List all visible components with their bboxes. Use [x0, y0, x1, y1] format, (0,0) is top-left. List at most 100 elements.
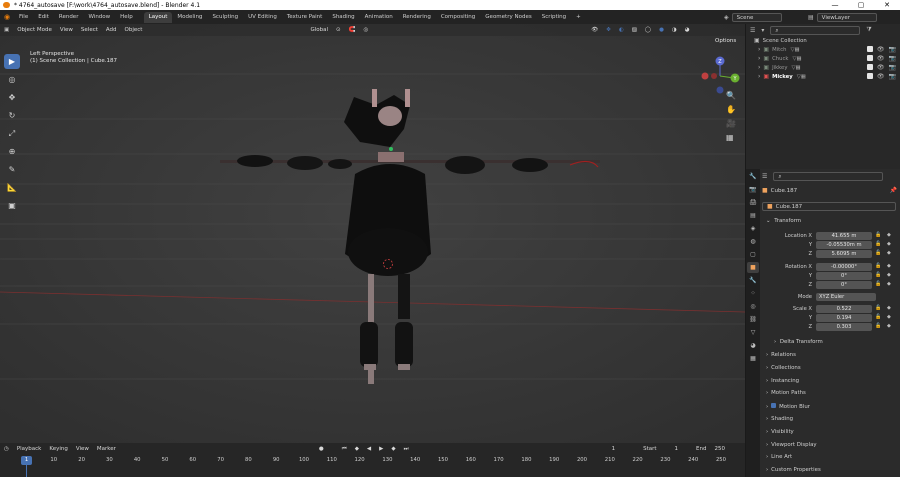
- transform-panel-header[interactable]: ⌄ Transform: [766, 218, 801, 224]
- blender-menu-icon[interactable]: ◉: [0, 13, 14, 21]
- camera-view-icon[interactable]: 🎥: [726, 119, 736, 128]
- shading-wireframe-icon[interactable]: ◯: [641, 27, 655, 33]
- menu-render[interactable]: Render: [54, 10, 84, 24]
- menu-keying[interactable]: Keying: [45, 446, 71, 452]
- physics-tab-icon[interactable]: ◎: [747, 301, 759, 312]
- exclude-checkbox[interactable]: [866, 64, 873, 70]
- tool-tab-icon[interactable]: 🔧: [747, 171, 759, 182]
- measure-tool-icon[interactable]: 📐: [4, 180, 20, 195]
- mode-selector[interactable]: Object Mode: [13, 27, 56, 33]
- menu-select[interactable]: Select: [77, 27, 102, 33]
- tab-uv-editing[interactable]: UV Editing: [243, 12, 282, 23]
- ortho-grid-icon[interactable]: ▦: [726, 133, 736, 142]
- exclude-checkbox[interactable]: [866, 46, 873, 52]
- tab-geometry-nodes[interactable]: Geometry Nodes: [480, 12, 536, 23]
- outliner-editor-icon[interactable]: ☰: [750, 27, 755, 34]
- panel-header[interactable]: › Shading: [766, 416, 793, 422]
- outliner-scene-collection[interactable]: ▣ Scene Collection: [746, 36, 900, 45]
- menu-view[interactable]: View: [56, 27, 77, 33]
- prev-keyframe-icon[interactable]: ◆: [351, 446, 363, 452]
- lock-icon[interactable]: 🔓: [875, 232, 881, 238]
- rotation-z-field[interactable]: 0°: [816, 281, 872, 289]
- menu-timeline-view[interactable]: View: [72, 446, 93, 452]
- shading-solid-icon[interactable]: ●: [655, 27, 668, 33]
- scale-tool-icon[interactable]: ⤢: [4, 126, 20, 141]
- lock-icon[interactable]: 🔓: [875, 272, 881, 278]
- eye-icon[interactable]: 👁: [877, 46, 885, 53]
- tab-compositing[interactable]: Compositing: [436, 12, 480, 23]
- panel-header[interactable]: › Custom Properties: [766, 467, 821, 473]
- auto-keying-icon[interactable]: ●: [315, 446, 328, 452]
- snap-icon[interactable]: 🧲: [345, 27, 360, 33]
- lock-icon[interactable]: 🔓: [875, 281, 881, 287]
- object-name-field[interactable]: ■ Cube.187: [762, 202, 896, 211]
- tab-scripting[interactable]: Scripting: [537, 12, 571, 23]
- playhead[interactable]: 1: [21, 456, 32, 465]
- keyframe-icon[interactable]: ◆: [887, 232, 891, 238]
- xray-icon[interactable]: ▨: [628, 27, 641, 33]
- camera-icon[interactable]: 📷: [889, 64, 896, 71]
- filter-display-icon[interactable]: ▾: [761, 27, 764, 34]
- scale-y-field[interactable]: 0.194: [816, 314, 872, 322]
- eye-icon[interactable]: 👁: [877, 55, 885, 62]
- tab-layout[interactable]: Layout: [143, 12, 173, 23]
- view-layer-selector[interactable]: ViewLayer: [816, 12, 877, 22]
- tab-texture-paint[interactable]: Texture Paint: [282, 12, 328, 23]
- output-tab-icon[interactable]: 🖨: [747, 197, 759, 208]
- next-keyframe-icon[interactable]: ◆: [387, 446, 399, 452]
- options-button[interactable]: Options: [715, 38, 736, 44]
- annotate-tool-icon[interactable]: ✎: [4, 162, 20, 177]
- texture-tab-icon[interactable]: ▦: [747, 353, 759, 364]
- panel-header[interactable]: › Relations: [766, 352, 796, 358]
- keyframe-icon[interactable]: ◆: [887, 323, 891, 329]
- outliner[interactable]: ☰ ▾ ⌕ ⧩ ▣ Scene Collection › ▣ Mitch ▽▦ 👁 📷 › ▣…: [745, 24, 900, 169]
- zoom-icon[interactable]: 🔍: [726, 91, 736, 100]
- scale-x-field[interactable]: 0.522: [816, 305, 872, 313]
- keyframe-icon[interactable]: ◆: [887, 263, 891, 269]
- camera-icon[interactable]: 📷: [889, 55, 896, 62]
- data-tab-icon[interactable]: ▽: [747, 327, 759, 338]
- timeline[interactable]: ◷ Playback Keying View Marker ● ⏮ ◆ ◀ ▶ …: [0, 443, 745, 477]
- menu-playback[interactable]: Playback: [13, 446, 46, 452]
- outliner-item[interactable]: › ▣ Mickey ▽▦ 👁 📷: [746, 72, 900, 81]
- world-tab-icon[interactable]: ◍: [747, 236, 759, 247]
- menu-edit[interactable]: Edit: [33, 10, 54, 24]
- play-reverse-icon[interactable]: ◀: [363, 446, 375, 452]
- scale-z-field[interactable]: 0.303: [816, 323, 872, 331]
- panel-header[interactable]: › Motion Paths: [766, 390, 806, 396]
- exclude-checkbox[interactable]: [866, 73, 873, 79]
- tab-modeling[interactable]: Modeling: [172, 12, 207, 23]
- lock-icon[interactable]: 🔓: [875, 263, 881, 269]
- menu-window[interactable]: Window: [83, 10, 115, 24]
- rotation-mode-select[interactable]: XYZ Euler: [816, 293, 876, 301]
- keyframe-icon[interactable]: ◆: [887, 241, 891, 247]
- location-y-field[interactable]: -0.05530m m: [816, 241, 872, 249]
- exclude-checkbox[interactable]: [866, 55, 873, 61]
- eye-icon[interactable]: 👁: [877, 64, 885, 71]
- visibility-icon[interactable]: 👁: [587, 27, 602, 33]
- tab-shading[interactable]: Shading: [327, 12, 359, 23]
- camera-icon[interactable]: 📷: [889, 46, 896, 53]
- menu-add[interactable]: Add: [102, 27, 121, 33]
- material-tab-icon[interactable]: ◕: [747, 340, 759, 351]
- keyframe-icon[interactable]: ◆: [887, 305, 891, 311]
- keyframe-icon[interactable]: ◆: [887, 314, 891, 320]
- filter-icon[interactable]: ⧩: [866, 26, 871, 34]
- constraints-tab-icon[interactable]: ⛓: [747, 314, 759, 325]
- pin-icon[interactable]: 📌: [890, 187, 897, 194]
- move-tool-icon[interactable]: ✥: [4, 90, 20, 105]
- tab-rendering[interactable]: Rendering: [398, 12, 436, 23]
- current-frame-field[interactable]: 1: [608, 446, 620, 452]
- expand-arrow-icon[interactable]: ›: [758, 73, 760, 80]
- outliner-item[interactable]: › ▣ Mitch ▽▦ 👁 📷: [746, 45, 900, 54]
- cursor-tool-icon[interactable]: ◎: [4, 72, 20, 87]
- scene-selector[interactable]: Scene: [731, 12, 782, 22]
- rotation-x-field[interactable]: -0.00000°: [816, 263, 872, 271]
- lock-icon[interactable]: 🔓: [875, 250, 881, 256]
- play-icon[interactable]: ▶: [375, 446, 387, 452]
- editor-type-icon[interactable]: ▣: [0, 27, 13, 33]
- add-cube-tool-icon[interactable]: ▣: [4, 198, 20, 213]
- menu-file[interactable]: File: [14, 10, 33, 24]
- maximize-button[interactable]: ▢: [848, 0, 874, 10]
- panel-header[interactable]: › Collections: [766, 365, 801, 371]
